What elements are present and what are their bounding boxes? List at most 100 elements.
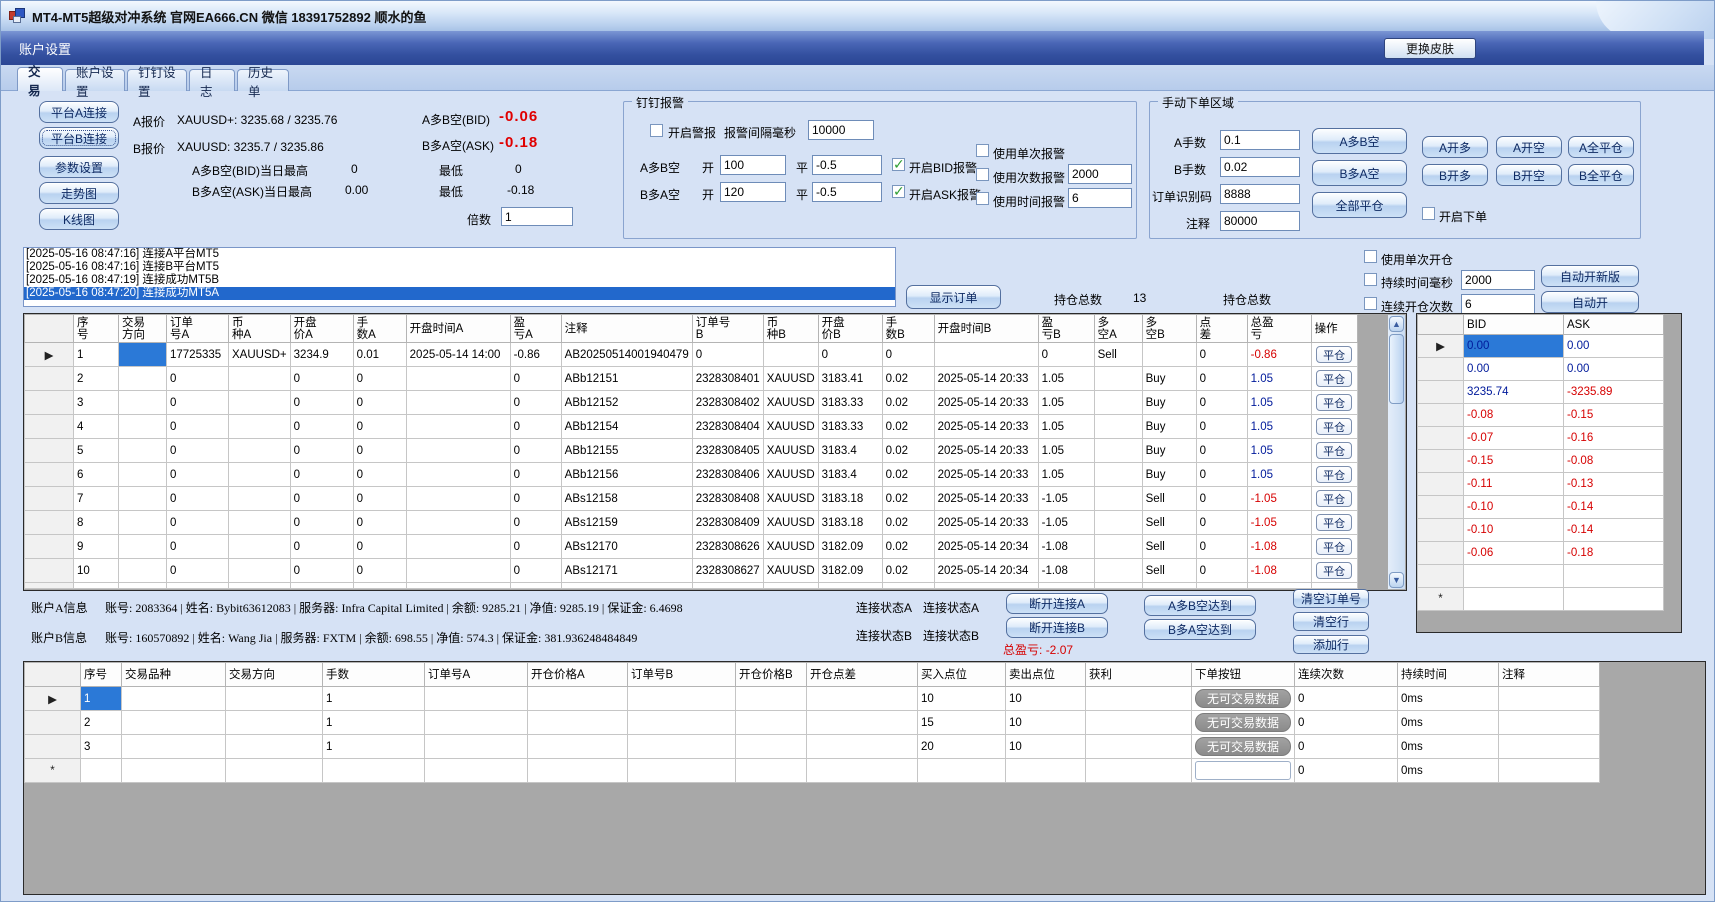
cell-order-b[interactable]: 2328308404 <box>692 415 763 439</box>
cell-pl-a[interactable]: 0 <box>510 463 561 487</box>
cell-lots-a[interactable]: 0.01 <box>353 343 406 367</box>
cell-duration[interactable]: 0ms <box>1398 735 1499 759</box>
a-close-all-button[interactable]: A全平仓 <box>1568 136 1634 158</box>
cell-pl-a[interactable]: 0 <box>510 415 561 439</box>
cell-order-a[interactable] <box>425 687 528 711</box>
row-selector[interactable] <box>1418 565 1464 588</box>
cell-price-a[interactable]: 0 <box>290 391 353 415</box>
cell-pl-a[interactable]: 0 <box>510 487 561 511</box>
cell-side-a[interactable] <box>1094 439 1142 463</box>
row-selector[interactable] <box>25 535 74 559</box>
cell-spread[interactable]: 0 <box>1196 415 1247 439</box>
row-selector[interactable] <box>25 559 74 583</box>
cell-pl-a[interactable]: 0 <box>510 367 561 391</box>
cell-sell-point[interactable]: 10 <box>1006 735 1086 759</box>
no-trade-data-button[interactable]: 无可交易数据 <box>1195 737 1291 756</box>
cell-price-a[interactable]: 3234.9 <box>290 343 353 367</box>
cell-symbol-b[interactable]: XAUUSD <box>763 511 818 535</box>
cell-order-a[interactable] <box>425 759 528 783</box>
cell-time-a[interactable] <box>406 367 510 391</box>
cell-order-a[interactable]: 0 <box>167 439 229 463</box>
auto-open-new-button[interactable]: 自动开新版 <box>1541 265 1639 287</box>
cell-order-button[interactable]: 无可交易数据 <box>1192 735 1295 759</box>
b-open-sell-button[interactable]: B开空 <box>1496 164 1562 186</box>
cell-open-price-b[interactable] <box>736 759 807 783</box>
cell-symbol-b[interactable]: XAUUSD <box>763 463 818 487</box>
cell-note[interactable]: ABb12151 <box>561 367 692 391</box>
cell-note[interactable]: ABs12159 <box>561 511 692 535</box>
cell-pl-b[interactable]: -1.08 <box>1038 559 1094 583</box>
cell-action[interactable]: 平仓 <box>1311 559 1357 583</box>
scrollbar-thumb[interactable] <box>1389 334 1404 404</box>
single-alarm-checkbox[interactable] <box>976 144 989 157</box>
cell-direction[interactable] <box>119 367 167 391</box>
cell-ask[interactable]: -3235.89 <box>1564 381 1664 404</box>
duration-ms-input[interactable] <box>1461 270 1535 290</box>
cell-symbol-b[interactable]: XAUUSD <box>763 535 818 559</box>
cell-time-a[interactable]: 2025-05-14 14:00 <box>406 343 510 367</box>
cell-duration[interactable]: 0ms <box>1398 711 1499 735</box>
cell-bid[interactable]: -0.10 <box>1464 519 1564 542</box>
cell-order-b[interactable]: 2328308406 <box>692 463 763 487</box>
cell-direction[interactable] <box>119 439 167 463</box>
cell-ask[interactable] <box>1564 565 1664 588</box>
cell-order-b[interactable]: 2328308401 <box>692 367 763 391</box>
cell-note[interactable]: ABb12154 <box>561 415 692 439</box>
tab-dingding-settings[interactable]: 钉钉设置 <box>127 69 187 91</box>
row-a-open-input[interactable] <box>720 155 786 175</box>
cell-repeat-count[interactable]: 0 <box>1295 759 1398 783</box>
repeat-count-checkbox[interactable] <box>1364 297 1377 310</box>
cell-ask[interactable]: -0.08 <box>1564 450 1664 473</box>
cell-total-pl[interactable]: 1.05 <box>1247 463 1311 487</box>
row-a-close-input[interactable] <box>812 155 882 175</box>
alarm-interval-input[interactable] <box>808 120 874 140</box>
cell-pl-b[interactable]: -1.05 <box>1038 511 1094 535</box>
cell-spread[interactable]: 0 <box>1196 535 1247 559</box>
close-position-button[interactable]: 平仓 <box>1316 394 1352 411</box>
change-skin-button[interactable]: 更换皮肤 <box>1384 38 1476 59</box>
trend-chart-button[interactable]: 走势图 <box>39 182 119 204</box>
cell-open-price-b[interactable] <box>736 711 807 735</box>
cell-symbol-a[interactable] <box>229 487 291 511</box>
cell-direction[interactable] <box>119 415 167 439</box>
cell-time-b[interactable]: 2025-05-14 20:33 <box>934 367 1038 391</box>
cell-lots-a[interactable]: 0 <box>353 559 406 583</box>
cell-profit[interactable] <box>1086 687 1192 711</box>
row-selector[interactable] <box>1418 542 1464 565</box>
cell-time-a[interactable] <box>406 487 510 511</box>
cell-price-a[interactable]: 0 <box>290 415 353 439</box>
cell-symbol-a[interactable]: XAUUSD+ <box>229 343 291 367</box>
cell-total-pl[interactable]: -1.05 <box>1247 487 1311 511</box>
cell-spread[interactable]: 0 <box>1196 487 1247 511</box>
cell-sell-point[interactable]: 10 <box>1006 711 1086 735</box>
cell-ask[interactable]: -0.15 <box>1564 404 1664 427</box>
cell-pl-b[interactable]: 0 <box>1038 343 1094 367</box>
cell-spread[interactable]: 0 <box>1196 511 1247 535</box>
cell-price-b[interactable]: 3183.18 <box>818 511 882 535</box>
row-b-open-input[interactable] <box>720 182 786 202</box>
cell-time-a[interactable] <box>406 415 510 439</box>
cell-order-button[interactable]: 无可交易数据 <box>1192 711 1295 735</box>
cell-note[interactable] <box>1499 711 1600 735</box>
cell-duration[interactable]: 0ms <box>1398 687 1499 711</box>
cell-sell-point[interactable]: 10 <box>1006 687 1086 711</box>
row-selector[interactable] <box>25 487 74 511</box>
cell-price-b[interactable]: 3183.18 <box>818 487 882 511</box>
row-selector[interactable] <box>25 367 74 391</box>
repeat-count-input[interactable] <box>1461 294 1535 314</box>
enable-order-checkbox[interactable] <box>1422 207 1435 220</box>
cell-lots-a[interactable]: 0 <box>353 463 406 487</box>
cell-time-b[interactable]: 2025-05-14 20:33 <box>934 439 1038 463</box>
cell-open-price-b[interactable] <box>736 687 807 711</box>
cell-seq[interactable]: 5 <box>74 439 119 463</box>
close-position-button[interactable]: 平仓 <box>1316 370 1352 387</box>
close-position-button[interactable]: 平仓 <box>1316 442 1352 459</box>
cell-open-price-a[interactable] <box>528 711 628 735</box>
scroll-up-icon[interactable]: ▲ <box>1389 316 1404 332</box>
cell-lots-b[interactable]: 0.02 <box>882 487 934 511</box>
cell-bid[interactable]: -0.06 <box>1464 542 1564 565</box>
cell-lots-b[interactable]: 0.02 <box>882 391 934 415</box>
cell-time-a[interactable] <box>406 391 510 415</box>
cell-note[interactable]: ABb12152 <box>561 391 692 415</box>
cell-pl-b[interactable]: -1.08 <box>1038 535 1094 559</box>
